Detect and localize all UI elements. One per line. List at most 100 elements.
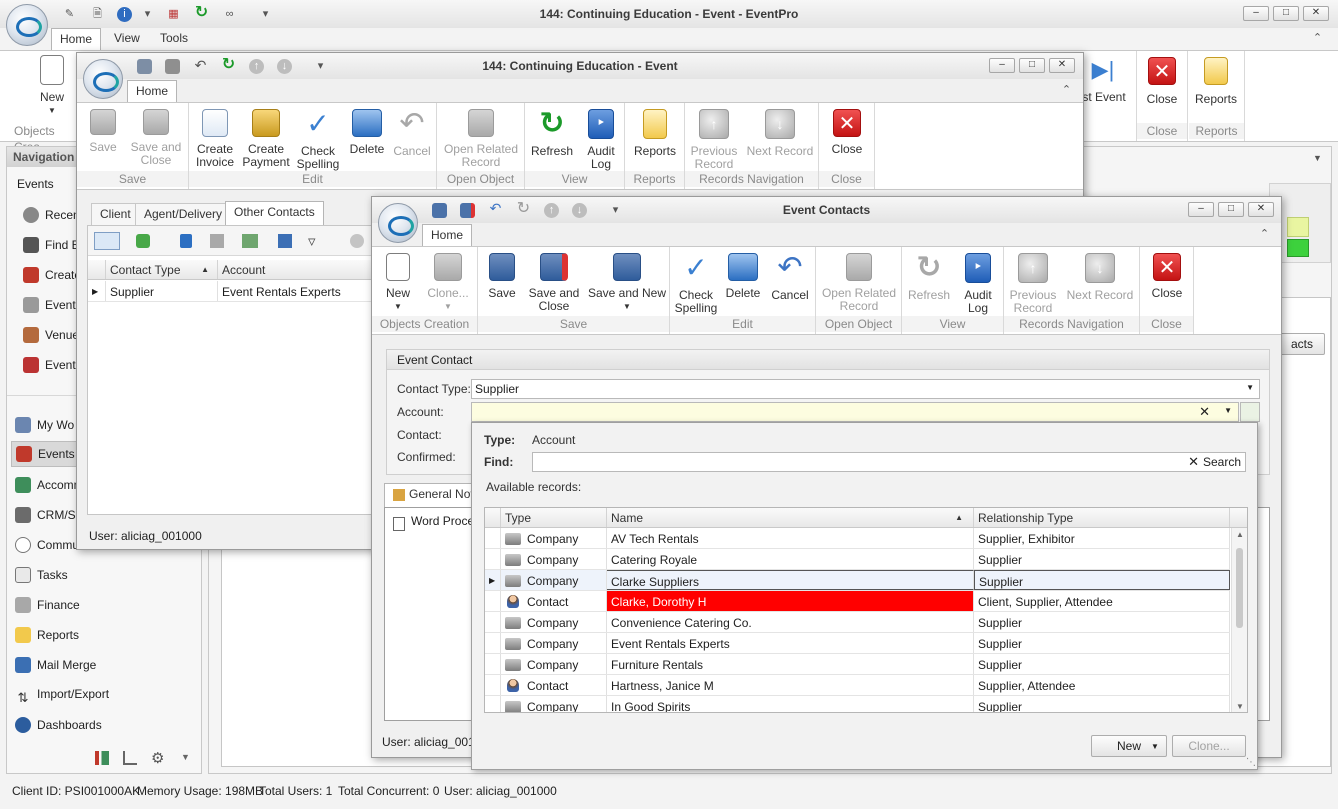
minimize-button[interactable]: – <box>1243 6 1269 21</box>
tab-home[interactable]: Home <box>51 28 102 50</box>
contacts-close-window-button[interactable]: ✕ <box>1248 202 1274 217</box>
refresh-icon[interactable]: ↻ <box>516 201 531 217</box>
nav-communications[interactable]: Commu <box>15 537 79 557</box>
contacts-save-button[interactable]: Save <box>482 253 522 300</box>
filter-icon[interactable]: ▿ <box>308 232 316 250</box>
nav-dashboards[interactable]: Dashboards <box>15 717 102 737</box>
contacts-open-related-button[interactable]: Open Related Record <box>818 253 900 313</box>
nav-crm[interactable]: CRM/Sa <box>15 507 82 527</box>
up-arrow-icon[interactable] <box>350 234 364 248</box>
header-account[interactable]: Account <box>218 260 386 279</box>
event-audit-log-button[interactable]: ‣ Audit Log <box>581 109 621 171</box>
contacts-maximize-button[interactable]: □ <box>1218 202 1244 217</box>
lookup-table-row[interactable]: Company Event Rentals Experts Supplier <box>485 633 1230 654</box>
customize-qat-icon[interactable]: ▾ <box>608 203 623 218</box>
contact-type-select[interactable]: Supplier ▼ <box>471 379 1260 399</box>
binoculars-icon[interactable]: ∞ <box>222 7 237 22</box>
configure-pane-icon[interactable]: ▼ <box>181 752 190 762</box>
lookup-table-row[interactable]: Company Catering Royale Supplier <box>485 549 1230 570</box>
contacts-save-new-button[interactable]: Save and New ▼ <box>586 253 668 313</box>
down-arrow-icon[interactable]: ↓ <box>277 59 292 74</box>
account-lookup-icon[interactable] <box>1240 402 1260 422</box>
down-arrow-icon[interactable]: ↓ <box>572 203 587 218</box>
event-close-button[interactable]: ✕ Close <box>823 109 871 156</box>
account-field[interactable]: ✕ ▼ <box>471 402 1239 422</box>
contacts-clone-button[interactable]: Clone... ▼ <box>422 253 474 313</box>
main-new-button[interactable]: New ▼ <box>30 55 74 117</box>
event-cancel-button[interactable]: ↶ Cancel <box>391 109 433 158</box>
collapse-ribbon-icon[interactable]: ⌃ <box>1059 83 1074 98</box>
next-event-button[interactable]: ▶| st Event <box>1076 57 1132 104</box>
calendar-icon[interactable]: ▦ <box>166 7 181 22</box>
header-contact-type[interactable]: Contact Type ▲ <box>106 260 218 279</box>
lookup-scrollbar[interactable]: ▲ ▼ <box>1231 528 1247 712</box>
customize-qat-icon[interactable]: ▾ <box>313 59 328 74</box>
clear-icon[interactable]: ✕ <box>1199 404 1210 420</box>
info-icon[interactable]: i <box>117 7 132 22</box>
event-previous-record-button[interactable]: ↑ Previous Record <box>689 109 739 171</box>
scroll-down-icon[interactable]: ▼ <box>1236 702 1244 711</box>
new-record-icon[interactable] <box>94 232 120 250</box>
document-icon[interactable]: 🗎 <box>90 7 105 22</box>
nav-accommodations[interactable]: Accomm <box>15 477 84 497</box>
refresh-icon[interactable]: ↻ <box>194 5 209 21</box>
word-processor-tab[interactable]: Word Proce <box>389 514 474 536</box>
contacts-refresh-button[interactable]: ↻ Refresh <box>906 253 952 302</box>
event-save-button[interactable]: Save <box>85 109 121 154</box>
scroll-up-icon[interactable]: ▲ <box>1236 530 1244 539</box>
contacts-delete-button[interactable]: Delete <box>722 253 764 300</box>
content-dropdown-icon[interactable]: ▼ <box>1313 153 1322 163</box>
contacts-new-button[interactable]: New ▼ <box>378 253 418 313</box>
contacts-next-record-button[interactable]: ↓ Next Record <box>1064 253 1136 302</box>
event-open-related-button[interactable]: Open Related Record <box>439 109 523 169</box>
lookup-table-row[interactable]: Contact Clarke, Dorothy H Client, Supplier… <box>485 591 1230 612</box>
undo-icon[interactable]: ↶ <box>488 201 503 216</box>
tab-view[interactable]: View <box>106 28 148 50</box>
lookup-table-row[interactable]: Company Furniture Rentals Supplier <box>485 654 1230 675</box>
delete-icon[interactable] <box>180 234 192 248</box>
main-reports-button[interactable]: Reports <box>1189 57 1243 106</box>
export-icon[interactable] <box>278 234 292 248</box>
event-refresh-button[interactable]: ↻ Refresh <box>529 109 575 158</box>
nav-reports[interactable]: Reports <box>15 627 79 647</box>
refresh-icon[interactable]: ↻ <box>221 57 236 73</box>
check-spelling-button[interactable]: ✓ Check Spelling <box>295 109 341 171</box>
event-tab-home[interactable]: Home <box>127 80 178 102</box>
columns-icon[interactable] <box>242 234 258 248</box>
contacts-cancel-button[interactable]: ↶ Cancel <box>768 253 812 302</box>
tab-client[interactable]: Client <box>91 203 140 225</box>
tab-other-contacts[interactable]: Other Contacts <box>225 201 324 225</box>
lookup-search-button[interactable]: Search <box>1203 455 1241 469</box>
save-close-icon[interactable] <box>165 59 180 74</box>
event-next-record-button[interactable]: ↓ Next Record <box>745 109 815 158</box>
save-close-icon[interactable] <box>460 203 475 218</box>
lookup-table-row[interactable]: Company AV Tech Rentals Supplier, Exhibito… <box>485 528 1230 549</box>
event-close-window-button[interactable]: ✕ <box>1049 58 1075 73</box>
edit-icon[interactable]: ✎ <box>62 7 77 22</box>
save-icon[interactable] <box>137 59 152 74</box>
dropdown-arrow-icon[interactable]: ▾ <box>140 7 155 22</box>
event-save-close-button[interactable]: Save and Close <box>129 109 183 167</box>
trend-icon[interactable] <box>123 751 137 765</box>
event-delete-button[interactable]: Delete <box>347 109 387 156</box>
contacts-audit-log-button[interactable]: ‣ Audit Log <box>958 253 998 315</box>
save-icon[interactable] <box>432 203 447 218</box>
tab-agent-delivery[interactable]: Agent/Delivery <box>135 203 232 225</box>
nav-my-work[interactable]: My Wo <box>15 417 74 437</box>
lookup-clone-button[interactable]: Clone... <box>1172 735 1246 757</box>
contacts-check-spelling-button[interactable]: ✓ Check Spelling <box>674 253 718 315</box>
lookup-table-row[interactable]: ▶ Company Clarke Suppliers Supplier <box>485 570 1230 591</box>
lookup-header-type[interactable]: Type <box>501 508 607 527</box>
tab-tools[interactable]: Tools <box>152 28 196 50</box>
contacts-close-button[interactable]: ✕ Close <box>1142 253 1192 300</box>
up-arrow-icon[interactable]: ↑ <box>544 203 559 218</box>
open-icon[interactable] <box>210 234 224 248</box>
contacts-button[interactable]: acts <box>1279 333 1325 355</box>
customize-qat-icon[interactable]: ▾ <box>258 7 273 22</box>
resize-grip-icon[interactable]: ⋱ <box>1246 757 1256 768</box>
lookup-find-input[interactable]: ✕ Search <box>532 452 1246 472</box>
scroll-thumb[interactable] <box>1236 548 1243 628</box>
undo-icon[interactable]: ↶ <box>193 58 208 73</box>
nav-finance[interactable]: Finance <box>15 597 80 617</box>
main-close-button[interactable]: ✕ Close <box>1137 57 1187 106</box>
